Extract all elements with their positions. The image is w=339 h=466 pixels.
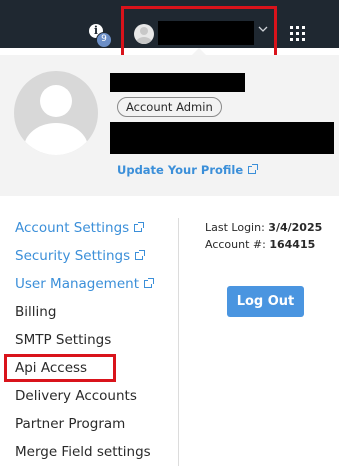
avatar [134, 24, 154, 44]
menu-item-security-settings[interactable]: Security Settings [15, 246, 175, 274]
account-meta: Last Login: 3/4/2025 Account #: 164415 [205, 219, 322, 253]
account-number-label: Account #: [205, 238, 266, 251]
external-link-icon [144, 278, 154, 288]
last-login-label: Last Login: [205, 221, 265, 234]
redacted-username [158, 21, 254, 45]
dropdown-caret [192, 48, 206, 55]
logout-button[interactable]: Log Out [227, 286, 304, 317]
external-link-icon [135, 250, 146, 260]
menu-item-label: Account Settings [15, 220, 130, 236]
apps-grid-icon[interactable] [290, 26, 305, 41]
divider [178, 218, 179, 466]
notification-badge: 9 [96, 32, 112, 48]
last-login-value: 3/4/2025 [268, 221, 323, 234]
role-badge: Account Admin [117, 97, 222, 117]
menu-item-partner-program[interactable]: Partner Program [15, 414, 175, 442]
external-link-icon [248, 164, 259, 174]
update-profile-label: Update Your Profile [117, 163, 244, 177]
menu-item-account-settings[interactable]: Account Settings [15, 218, 175, 246]
last-login: Last Login: 3/4/2025 [205, 219, 322, 236]
chevron-down-icon [258, 24, 268, 34]
menu-item-label: User Management [15, 276, 139, 292]
settings-menu: Account Settings Security Settings User … [15, 218, 175, 466]
menu-item-merge-field-settings[interactable]: Merge Field settings [15, 442, 175, 466]
update-profile-link[interactable]: Update Your Profile [117, 163, 259, 177]
external-link-icon [134, 222, 145, 232]
menu-item-billing[interactable]: Billing [15, 302, 175, 330]
api-access-highlight [4, 354, 116, 382]
redacted-name [110, 73, 245, 92]
profile-avatar [14, 71, 98, 155]
menu-item-user-management[interactable]: User Management [15, 274, 175, 302]
redacted-details [110, 122, 334, 154]
profile-panel: Account Admin Update Your Profile [0, 55, 339, 196]
info-button[interactable]: i 9 [89, 24, 112, 48]
account-number-value: 164415 [269, 238, 316, 251]
account-number: Account #: 164415 [205, 236, 322, 253]
menu-item-label: Security Settings [15, 248, 131, 264]
menu-item-delivery-accounts[interactable]: Delivery Accounts [15, 386, 175, 414]
